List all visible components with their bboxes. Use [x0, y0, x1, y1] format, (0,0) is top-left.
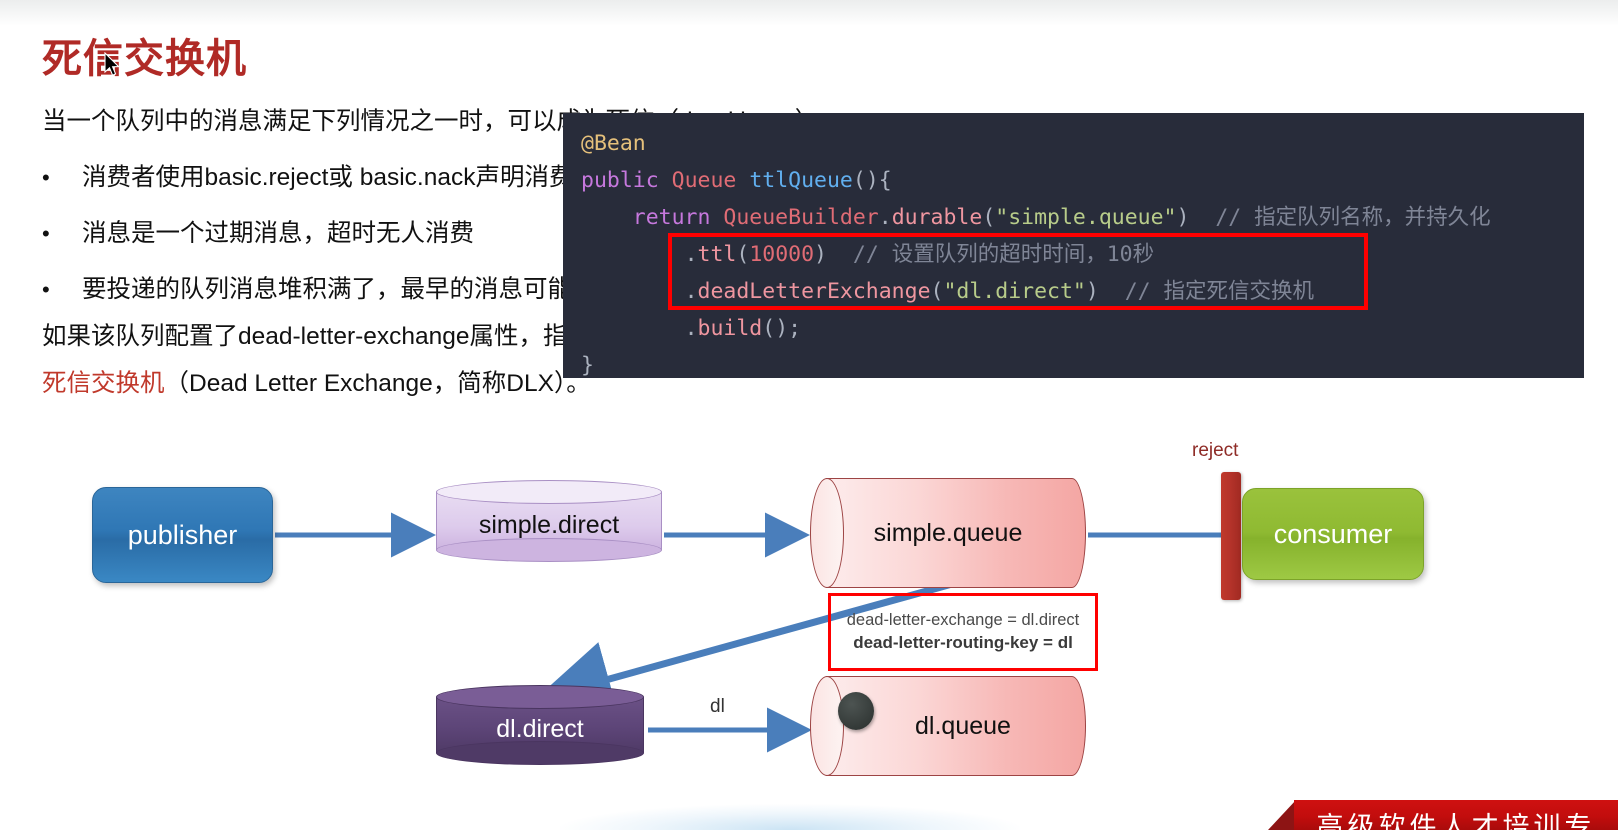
- code-line-5: .deadLetterExchange("dl.direct") // 指定死信…: [684, 279, 1315, 304]
- ribbon-band: 高级软件人才培训专: [1294, 800, 1618, 830]
- bullet-marker-icon: •: [42, 165, 50, 190]
- node-simple-direct-exchange[interactable]: simple.direct: [436, 480, 662, 562]
- code-line-4: .ttl(10000) // 设置队列的超时时间，10秒: [684, 242, 1155, 267]
- slide-canvas: 死信交换机 当一个队列中的消息满足下列情况之一时，可以成为死信（dead let…: [0, 0, 1618, 830]
- annotation-line-routing-key: dead-letter-routing-key = dl: [853, 632, 1073, 652]
- reject-barrier-bar: [1221, 472, 1241, 600]
- annotation-line-exchange: dead-letter-exchange = dl.direct: [846, 611, 1080, 630]
- cylinder-bottom-ellipse: [436, 538, 662, 562]
- code-line-7: }: [581, 353, 594, 378]
- ribbon-fold: [1268, 800, 1296, 830]
- cylinder-top-ellipse: [436, 685, 644, 709]
- edge-label-dl: dl: [710, 696, 725, 717]
- dlx-term-rest: （Dead Letter Exchange，简称DLX）。: [164, 370, 591, 397]
- top-gradient-strip: [0, 0, 1618, 26]
- code-line-2: public Queue ttlQueue(){: [581, 168, 892, 193]
- bullet-marker-icon: •: [42, 221, 50, 246]
- node-dl-queue-label: dl.queue: [915, 711, 1011, 740]
- dlx-term-highlight: 死信交换机: [42, 370, 165, 397]
- node-publisher-label: publisher: [127, 519, 238, 550]
- dead-letter-annotation-box: dead-letter-exchange = dl.direct dead-le…: [828, 593, 1098, 671]
- diagram-arrows-layer: [275, 512, 1232, 753]
- mouse-cursor-icon: [104, 52, 120, 76]
- page-title: 死信交换机: [42, 37, 247, 81]
- bullet-item-2: • 消息是一个过期消息，超时无人消费: [42, 220, 474, 247]
- final-paragraph: 死信交换机（Dead Letter Exchange，简称DLX）。: [42, 370, 591, 397]
- code-snippet-panel: @Bean public Queue ttlQueue(){ return Que…: [563, 113, 1584, 378]
- architecture-diagram: publisher simple.direct simple.queue rej…: [0, 400, 1618, 830]
- node-simple-queue-label: simple.queue: [873, 518, 1023, 547]
- cylinder-top-ellipse: [436, 480, 662, 504]
- node-simple-direct-label: simple.direct: [478, 510, 620, 539]
- node-consumer[interactable]: consumer: [1242, 488, 1424, 580]
- footer-ribbon: 高级软件人才培训专: [1268, 784, 1618, 830]
- code-line-1: @Bean: [581, 131, 646, 156]
- node-dl-direct-exchange[interactable]: dl.direct: [436, 685, 644, 765]
- code-line-6: .build();: [684, 316, 802, 341]
- bullet-label-2: 消息是一个过期消息，超时无人消费: [82, 220, 474, 247]
- edge-label-reject: reject: [1192, 440, 1239, 461]
- ribbon-label: 高级软件人才培训专: [1316, 811, 1596, 830]
- code-line-3: return QueueBuilder.durable("simple.queu…: [632, 205, 1491, 230]
- node-consumer-label: consumer: [1273, 518, 1393, 549]
- node-dl-direct-label: dl.direct: [496, 714, 584, 743]
- node-dl-queue[interactable]: dl.queue: [810, 676, 1086, 776]
- node-publisher[interactable]: publisher: [92, 487, 273, 583]
- decorative-swoosh: [560, 804, 1020, 830]
- cylinder-bottom-ellipse: [436, 741, 644, 765]
- node-simple-queue[interactable]: simple.queue: [810, 478, 1086, 588]
- bullet-marker-icon: •: [42, 277, 50, 302]
